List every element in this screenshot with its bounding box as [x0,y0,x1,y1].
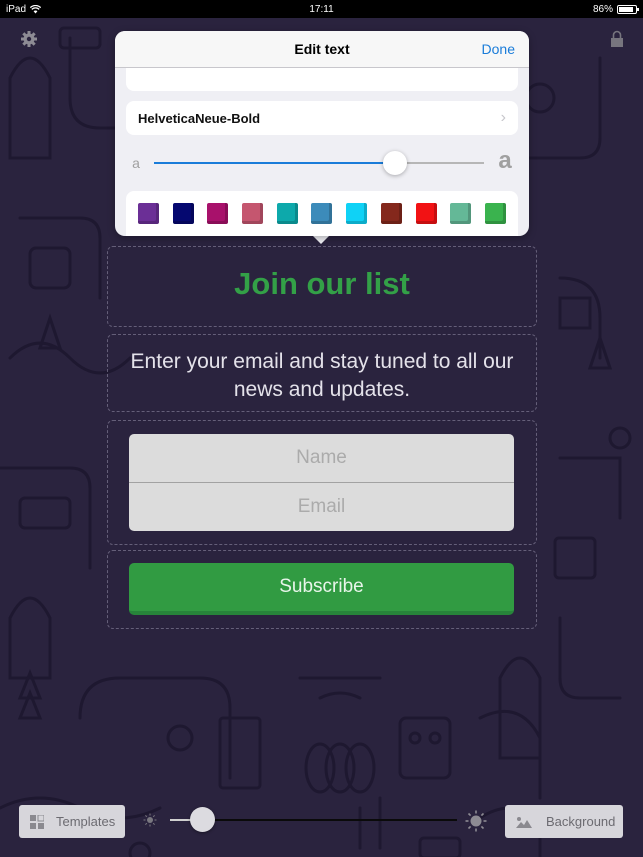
signup-form-fields: Name Email [129,434,514,531]
templates-label: Templates [56,814,116,829]
image-icon [516,816,532,828]
settings-button[interactable] [20,30,38,48]
lock-button[interactable] [610,30,624,48]
popover-title: Edit text [294,41,350,57]
battery-percent: 86% [592,3,613,15]
popover-header: Edit text Done [115,31,529,68]
color-swatch-red[interactable] [415,203,437,224]
headline-text[interactable]: Join our list [107,266,537,302]
color-swatch-magenta[interactable] [207,203,229,224]
size-small-icon: a [132,155,140,171]
font-size-row: a a [126,147,518,178]
wifi-icon [30,4,42,13]
status-time: 17:11 [309,3,334,15]
status-right: 86% [592,3,639,15]
name-field[interactable]: Name [129,434,514,482]
color-palette [126,191,518,236]
chevron-right-icon: › [500,109,506,126]
subtext[interactable]: Enter your email and stay tuned to all o… [107,348,537,404]
background-button[interactable]: Background [505,805,623,838]
brightness-thumb[interactable] [189,807,215,832]
brightness-high-icon [465,810,487,832]
edit-text-popover: Edit text Done HelveticaNeue-Bold › a a [115,31,529,236]
brightness-low-icon [143,813,157,827]
size-large-icon: a [498,147,512,174]
status-left: iPad [6,3,42,15]
font-picker-row[interactable]: HelveticaNeue-Bold › [126,101,518,135]
subscribe-button[interactable]: Subscribe [129,563,514,615]
battery-icon [617,4,639,14]
color-swatch-green[interactable] [484,203,506,224]
color-swatch-sea-green[interactable] [450,203,472,224]
color-swatch-cyan[interactable] [346,203,368,224]
color-swatch-navy[interactable] [172,203,194,224]
templates-button[interactable]: Templates [19,805,125,838]
background-label: Background [546,814,616,829]
font-size-fill [154,162,395,164]
brightness-slider[interactable] [170,807,457,832]
templates-grid-icon [30,814,44,829]
battery-level [619,6,633,12]
font-name: HelveticaNeue-Bold [138,110,261,126]
done-button[interactable]: Done [482,41,515,57]
color-swatch-steel-blue[interactable] [311,203,333,224]
color-swatch-purple[interactable] [138,203,159,224]
lock-icon [611,30,623,47]
status-bar: iPad 17:11 86% [0,0,643,18]
color-swatch-rose[interactable] [242,203,264,224]
text-input-card[interactable] [126,68,518,91]
font-size-slider[interactable] [154,151,484,175]
email-field[interactable]: Email [129,482,514,530]
color-swatch-brown[interactable] [380,203,402,224]
gear-icon [21,31,37,47]
color-swatch-teal[interactable] [276,203,298,224]
device-label: iPad [6,3,27,15]
font-size-thumb[interactable] [382,151,407,175]
